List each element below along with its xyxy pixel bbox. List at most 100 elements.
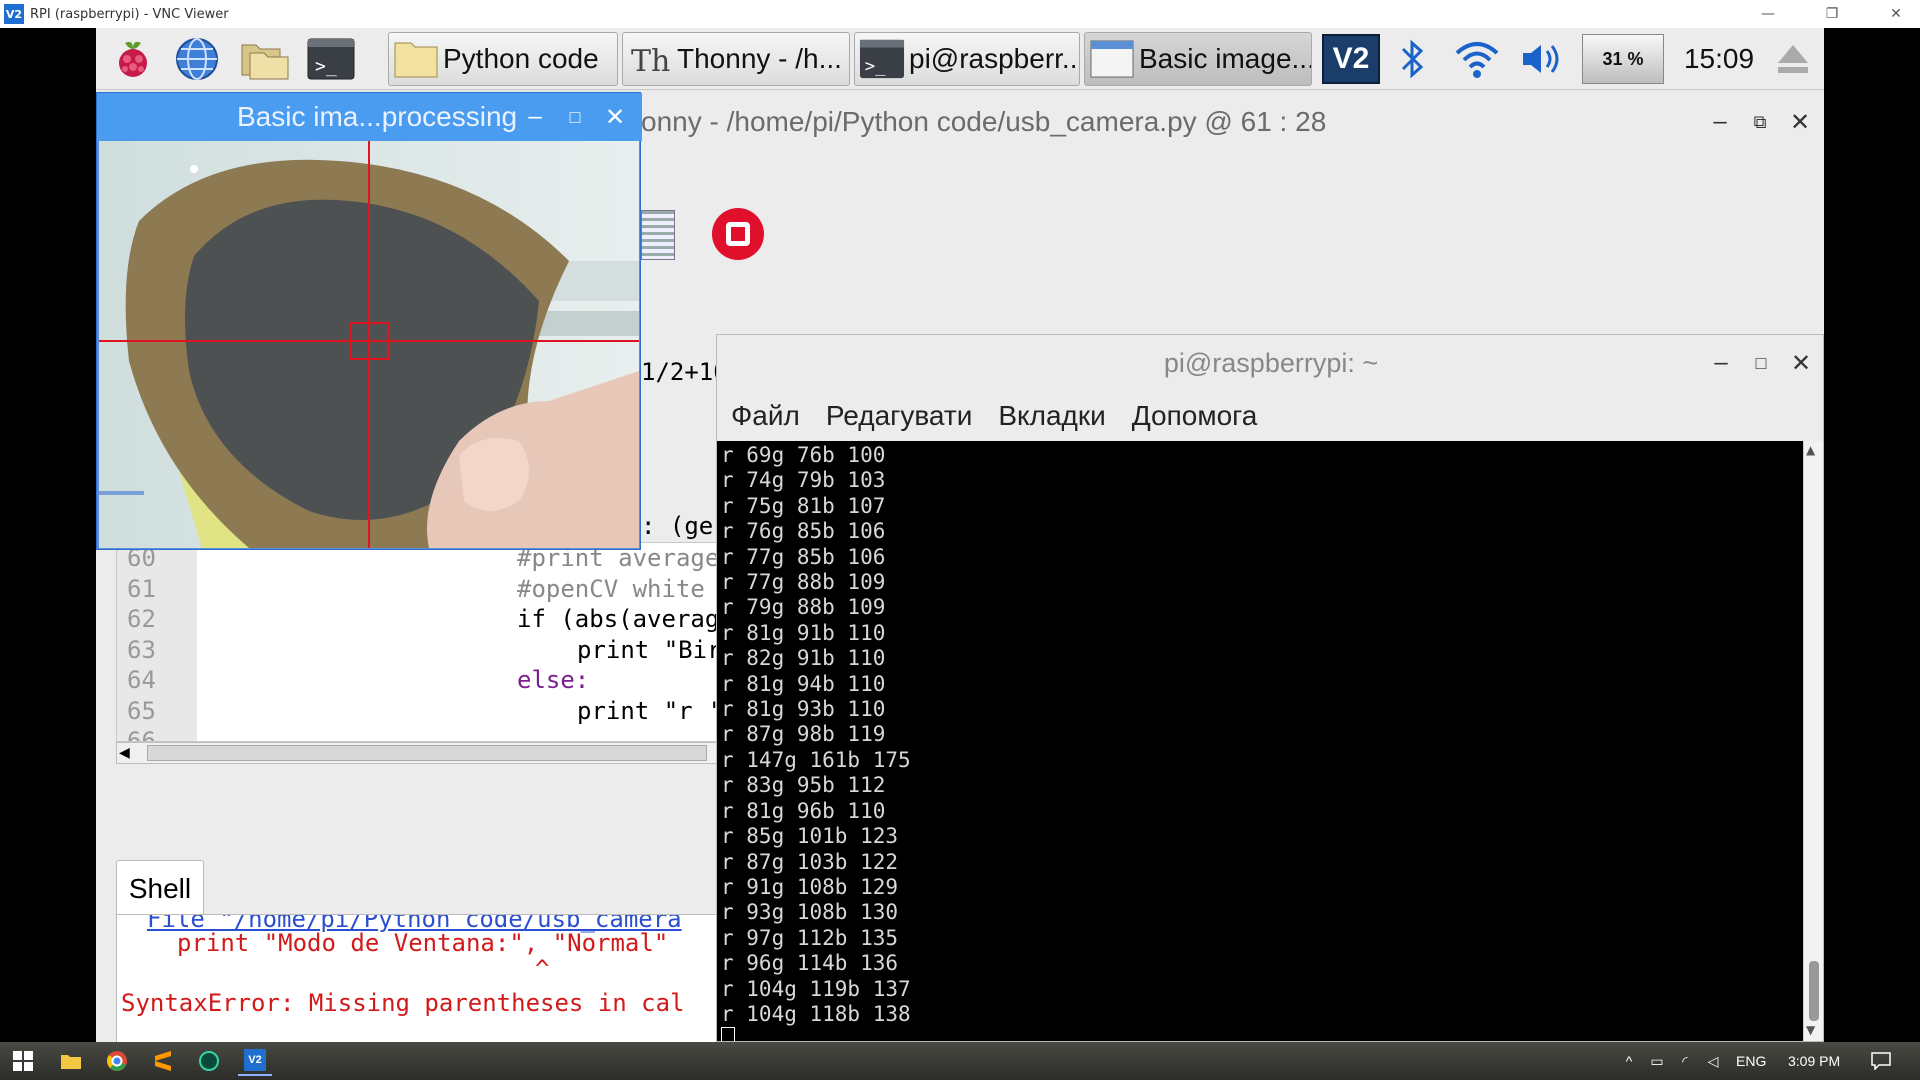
tab-shell[interactable]: Shell	[116, 860, 204, 916]
volume-icon[interactable]	[1516, 34, 1566, 84]
terminal-maximize-button[interactable]: □	[1743, 345, 1779, 381]
vnc-logo-label: V2	[244, 1049, 266, 1071]
task-label: Thonny - /h...	[677, 43, 842, 74]
task-terminal[interactable]: >_ pi@raspberr...	[854, 32, 1080, 86]
task-thonny[interactable]: Th Thonny - /h...	[622, 32, 850, 86]
svg-text:Th: Th	[631, 44, 670, 79]
line-number: 64	[127, 666, 156, 694]
stop-button[interactable]	[712, 208, 764, 260]
code-line[interactable]: if (abs(averag	[205, 604, 722, 635]
camera-maximize-button[interactable]: □	[557, 99, 593, 135]
terminal-line: r 69g 76b 100	[721, 443, 886, 467]
terminal-line: r 81g 91b 110	[721, 620, 886, 645]
line-number: 62	[127, 605, 156, 633]
traceback-code-line: print "Modo de Ventana:", "Normal"	[177, 929, 669, 957]
raspberry-pi-desktop: onny - /home/pi/Python code/usb_camera.p…	[96, 28, 1824, 1042]
camera-window-title: Basic ima...processing	[237, 101, 518, 132]
code-line[interactable]	[205, 726, 722, 741]
shell-panel[interactable]: File "/home/pi/Python code/usb_camera pr…	[116, 914, 736, 1042]
thonny-maximize-button[interactable]: ⧉	[1742, 104, 1778, 140]
task-python-code[interactable]: Python code	[388, 32, 618, 86]
svg-text:>_: >_	[865, 56, 886, 76]
thonny-icon: Th	[631, 44, 670, 79]
system-clock[interactable]: 3:09 PM	[1788, 1042, 1840, 1080]
chrome-icon[interactable]	[100, 1046, 134, 1076]
terminal-cursor	[721, 1027, 735, 1041]
camera-close-button[interactable]: ✕	[597, 99, 633, 135]
file-manager-launcher[interactable]	[240, 34, 290, 84]
scrollbar-thumb[interactable]	[1809, 961, 1819, 1021]
web-browser-launcher[interactable]	[172, 34, 222, 84]
code-lines[interactable]: #print average #openCV white if (abs(ave…	[205, 543, 722, 741]
code-fragment: 1/2+10	[641, 358, 728, 386]
terminal-line: r 77g 88b 109	[721, 570, 886, 595]
terminal-launcher[interactable]: >_	[306, 34, 356, 84]
thonny-title: onny - /home/pi/Python code/usb_camera.p…	[641, 106, 1327, 137]
menu-help[interactable]: Допомога	[1132, 400, 1258, 432]
windows-taskbar: V2 ^ ▭ ◜ ◁ ENG 3:09 PM	[0, 1042, 1920, 1080]
toolbar-list-icon[interactable]	[641, 210, 675, 260]
terminal-icon: >_	[307, 38, 355, 80]
terminal-minimize-button[interactable]: –	[1703, 345, 1739, 381]
terminal-line: r 104g 119b 137	[721, 976, 911, 1001]
terminal-close-button[interactable]: ✕	[1783, 345, 1819, 381]
terminal-line: r 87g 103b 122	[721, 849, 899, 874]
code-editor[interactable]: 60 61 62 63 64 65 66 #print average #ope…	[116, 542, 736, 742]
terminal-output[interactable]: r 69g 76b 100 r 74g 79b 103 r 75g 81b 107 r…	[717, 441, 1803, 1041]
terminal-line: r 76g 85b 106	[721, 519, 886, 544]
camera-minimize-button[interactable]: –	[517, 99, 553, 135]
terminal-title: pi@raspberrypi: ~	[1163, 347, 1379, 378]
scrollbar-thumb[interactable]	[147, 745, 707, 761]
task-basic-image[interactable]: Basic image...	[1084, 32, 1312, 86]
code-line[interactable]: print "r '	[205, 696, 722, 727]
code-line[interactable]: print "Bir	[205, 635, 722, 666]
terminal-scrollbar[interactable]: ▲ ▼	[1803, 441, 1823, 1041]
vnc-server-tray-icon[interactable]: V2	[1322, 34, 1380, 84]
code-line[interactable]: else:	[205, 665, 722, 696]
code-line[interactable]: #openCV white	[205, 574, 722, 605]
scroll-down-icon[interactable]: ▼	[1806, 1023, 1815, 1037]
scroll-up-icon[interactable]: ▲	[1806, 443, 1815, 457]
thonny-close-button[interactable]: ✕	[1782, 104, 1818, 140]
eject-icon[interactable]	[1770, 34, 1816, 84]
sublime-text-icon[interactable]	[146, 1046, 180, 1076]
terminal-line: r 93g 108b 130	[721, 900, 899, 925]
camera-image	[99, 141, 639, 548]
notifications-icon[interactable]	[1864, 1046, 1898, 1076]
menu-edit[interactable]: Редагувати	[826, 400, 973, 432]
minimize-button[interactable]: —	[1746, 0, 1790, 28]
terminal-line: r 79g 88b 109	[721, 595, 886, 620]
bluetooth-icon[interactable]	[1392, 34, 1432, 84]
restore-button[interactable]: ❐	[1810, 0, 1854, 28]
close-button[interactable]: ✕	[1874, 0, 1918, 28]
windows-start-icon[interactable]	[6, 1046, 40, 1076]
menu-tabs[interactable]: Вкладки	[998, 400, 1105, 432]
terminal-window: pi@raspberrypi: ~ – □ ✕ Файл Редагувати …	[716, 334, 1824, 1042]
terminal-line: r 96g 114b 136	[721, 951, 899, 976]
panel-clock[interactable]: 15:09	[1674, 34, 1764, 84]
speaker-icon[interactable]: ◁	[1696, 1046, 1730, 1076]
app-icon[interactable]	[192, 1046, 226, 1076]
vnc-window-title: RPI (raspberrypi) - VNC Viewer	[30, 6, 229, 22]
raspberry-menu-button[interactable]	[108, 34, 158, 84]
terminal-lines: r 69g 76b 100 r 74g 79b 103 r 75g 81b 107 r…	[721, 443, 911, 1027]
vnc-viewer-taskbar-icon[interactable]: V2	[238, 1046, 272, 1076]
cpu-monitor[interactable]: 31 %	[1582, 34, 1664, 84]
editor-horizontal-scrollbar[interactable]: ◀	[116, 742, 736, 764]
terminal-line: r 85g 101b 123	[721, 824, 899, 849]
terminal-line: r 81g 94b 110	[721, 671, 886, 696]
terminal-line: r 91g 108b 129	[721, 874, 899, 899]
menu-file[interactable]: Файл	[731, 400, 800, 432]
lxde-panel: >_ Python code Th Thonny - /h... >_ pi@r…	[96, 28, 1824, 90]
terminal-line: r 74g 79b 103	[721, 468, 886, 493]
svg-text:>_: >_	[315, 56, 337, 77]
cpu-usage-label: 31 %	[1602, 48, 1644, 69]
terminal-icon: >_	[859, 39, 905, 79]
line-number: 65	[127, 696, 156, 725]
scroll-left-icon[interactable]: ◀	[119, 745, 130, 761]
globe-icon	[176, 38, 218, 80]
language-indicator[interactable]: ENG	[1736, 1042, 1766, 1080]
file-explorer-icon[interactable]	[54, 1046, 88, 1076]
thonny-minimize-button[interactable]: –	[1702, 104, 1738, 140]
wifi-icon[interactable]	[1452, 34, 1502, 84]
